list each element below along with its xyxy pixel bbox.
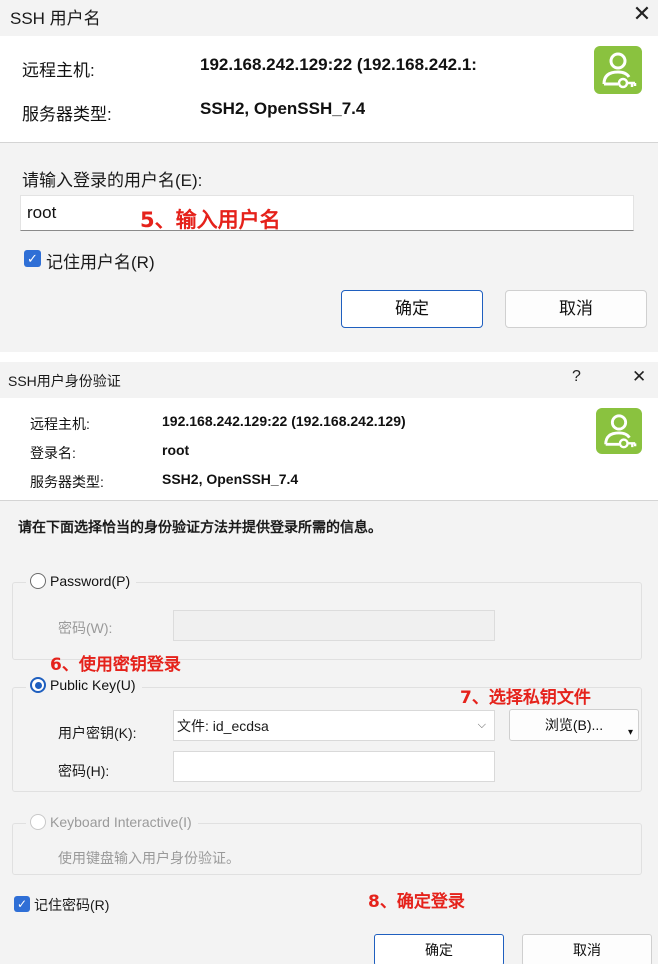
divider xyxy=(0,500,658,501)
remote-host-value: 192.168.242.129:22 (192.168.242.129) xyxy=(162,413,406,429)
username-prompt: 请输入登录的用户名(E): xyxy=(22,171,203,190)
user-key-label: 用户密钥(K): xyxy=(58,725,137,741)
publickey-option[interactable]: Public Key(U) xyxy=(26,677,142,693)
browse-button-label: 浏览(B)... xyxy=(544,717,604,733)
remember-password-label: 记住密码(R) xyxy=(34,897,110,913)
ok-button[interactable]: 确定 xyxy=(341,290,483,328)
remember-password-checkbox[interactable]: ✓ xyxy=(14,896,30,912)
publickey-radio[interactable] xyxy=(30,677,46,693)
user-key-icon xyxy=(596,408,642,454)
keyboard-option-label: Keyboard Interactive(I) xyxy=(50,814,192,830)
remote-host-label: 远程主机: xyxy=(30,416,90,432)
login-name-value: root xyxy=(162,442,190,458)
remote-host-value: 192.168.242.129:22 (192.168.242.1: xyxy=(200,55,477,74)
cancel-button[interactable]: 取消 xyxy=(505,290,647,328)
ok-button[interactable]: 确定 xyxy=(374,934,504,964)
login-name-label: 登录名: xyxy=(30,445,76,461)
password-option[interactable]: Password(P) xyxy=(26,573,137,589)
remember-username-label: 记住用户名(R) xyxy=(46,253,155,272)
publickey-option-label: Public Key(U) xyxy=(50,677,136,693)
server-type-value: SSH2, OpenSSH_7.4 xyxy=(162,471,299,487)
dialog-title: SSH 用户名 xyxy=(10,9,101,28)
divider xyxy=(0,142,658,143)
remember-username-checkbox[interactable]: ✓ xyxy=(24,250,41,267)
password-radio[interactable] xyxy=(30,573,46,589)
dialog-title: SSH用户身份验证 xyxy=(8,373,121,389)
close-icon[interactable]: ✕ xyxy=(632,367,646,387)
annotation-step-6: 6、使用密钥登录 xyxy=(50,655,181,675)
host-info-panel: 远程主机: 192.168.242.129:22 (192.168.242.1:… xyxy=(0,36,658,142)
chevron-down-icon: ⌵ xyxy=(477,719,486,731)
annotation-step-7: 7、选择私钥文件 xyxy=(460,688,591,708)
host-info-panel: 远程主机: 192.168.242.129:22 (192.168.242.12… xyxy=(0,398,658,500)
user-key-value: 文件: id_ecdsa xyxy=(177,717,269,734)
server-type-label: 服务器类型: xyxy=(22,105,112,124)
instruction-text: 请在下面选择恰当的身份验证方法并提供登录所需的信息。 xyxy=(18,519,382,535)
remote-host-label: 远程主机: xyxy=(22,61,95,80)
user-key-select[interactable]: 文件: id_ecdsa ⌵ xyxy=(173,710,495,741)
titlebar: SSH用户身份验证 ? ✕ xyxy=(0,362,658,398)
annotation-step-5: 5、输入用户名 xyxy=(140,208,281,232)
passphrase-input[interactable] xyxy=(173,751,495,782)
keyboard-radio[interactable] xyxy=(30,814,46,830)
user-key-icon xyxy=(594,46,642,94)
ssh-username-dialog: SSH 用户名 ✕ 远程主机: 192.168.242.129:22 (192.… xyxy=(0,0,658,352)
dropdown-arrow-icon: ▾ xyxy=(627,727,633,738)
ssh-auth-dialog: SSH用户身份验证 ? ✕ 远程主机: 192.168.242.129:22 (… xyxy=(0,362,658,964)
password-field-label: 密码(W): xyxy=(58,620,113,636)
server-type-value: SSH2, OpenSSH_7.4 xyxy=(200,99,366,118)
close-icon[interactable]: ✕ xyxy=(627,0,657,28)
browse-button[interactable]: 浏览(B)... ▾ xyxy=(509,709,639,741)
server-type-label: 服务器类型: xyxy=(30,474,104,490)
annotation-step-8: 8、确定登录 xyxy=(368,892,465,912)
cancel-button[interactable]: 取消 xyxy=(522,934,652,964)
password-option-label: Password(P) xyxy=(50,573,131,589)
help-icon[interactable]: ? xyxy=(572,368,581,386)
password-input[interactable] xyxy=(173,610,495,641)
keyboard-description: 使用键盘输入用户身份验证。 xyxy=(58,850,240,866)
keyboard-option[interactable]: Keyboard Interactive(I) xyxy=(26,814,198,830)
username-input[interactable] xyxy=(20,195,634,231)
passphrase-label: 密码(H): xyxy=(58,763,110,779)
